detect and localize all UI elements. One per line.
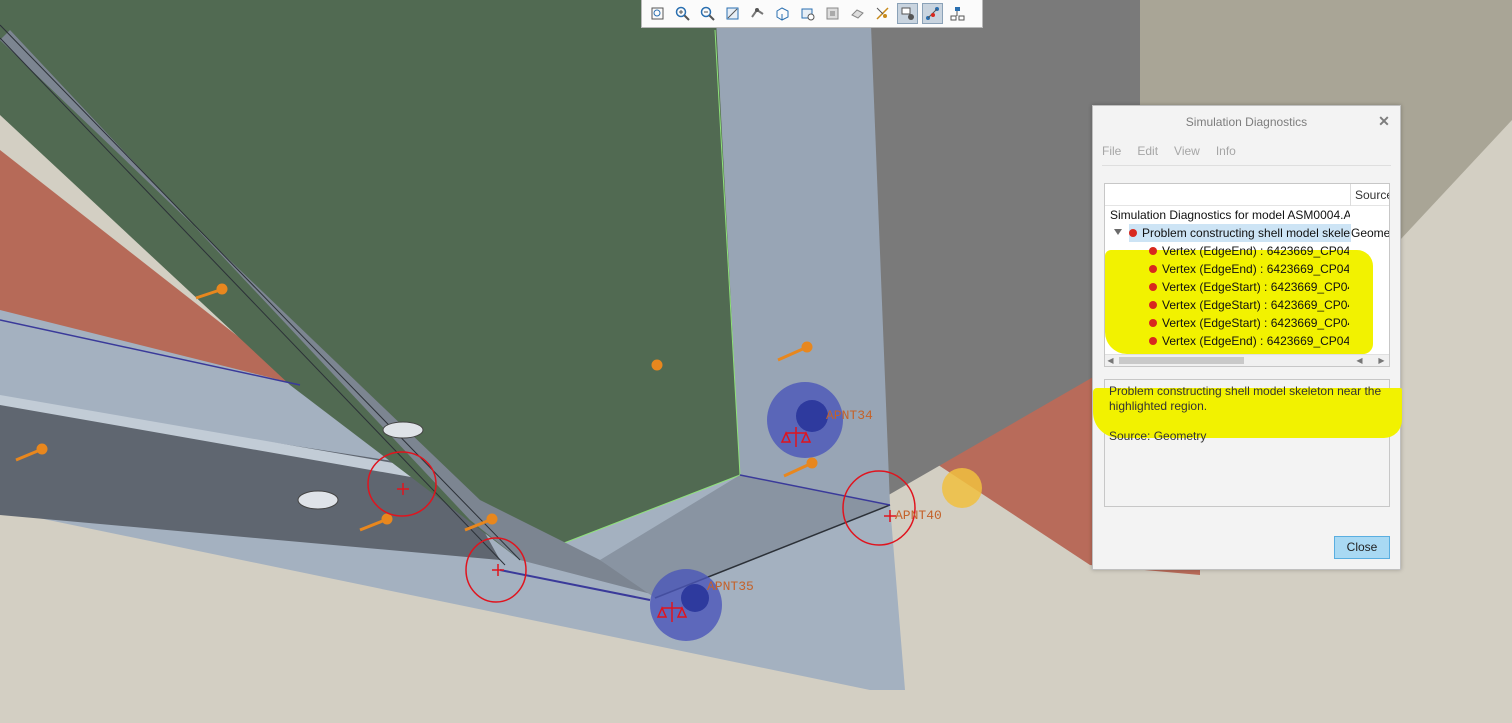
expand-arrow-icon[interactable] <box>1114 229 1122 235</box>
tree-item-vertex[interactable]: Vertex (EdgeEnd) : 6423669_CP04.PF <box>1149 332 1349 350</box>
tree-item-vertex[interactable]: Vertex (EdgeStart) : 6423669_CP04.P <box>1149 296 1349 314</box>
point-label: APNT34 <box>826 408 873 423</box>
zoom-in-icon[interactable] <box>672 3 693 24</box>
vertex-label: Vertex (EdgeEnd) : 6423669_CP04.PF <box>1162 262 1349 276</box>
problem-source-cell: Geome <box>1351 226 1390 240</box>
hole <box>382 421 424 439</box>
problem-label: Problem constructing shell model skele <box>1142 226 1351 240</box>
close-button[interactable]: Close <box>1334 536 1390 559</box>
vertex-label: Vertex (EdgeEnd) : 6423669_CP04.PF <box>1162 244 1349 258</box>
point-label: APNT35 <box>707 579 754 594</box>
scroll-thumb[interactable] <box>1119 357 1244 364</box>
error-dot-icon <box>1149 300 1157 309</box>
simulation-diagnostics-dialog: Simulation Diagnostics ✕ File Edit View … <box>1092 105 1402 570</box>
dialog-menubar: File Edit View Info <box>1102 144 1252 158</box>
menu-edit[interactable]: Edit <box>1137 144 1158 158</box>
repaint-icon[interactable] <box>722 3 743 24</box>
menu-file[interactable]: File <box>1102 144 1121 158</box>
error-dot-icon <box>1149 318 1157 327</box>
annotation-display-icon[interactable] <box>897 3 918 24</box>
saved-views-icon[interactable] <box>797 3 818 24</box>
scroll-left-icon[interactable]: ◀ <box>1354 355 1365 366</box>
graphics-toolbar <box>641 0 983 28</box>
tree-header: Source <box>1105 184 1389 206</box>
message-text: Problem constructing shell model skeleto… <box>1109 384 1382 413</box>
error-dot-icon <box>1149 264 1157 273</box>
error-dot-icon <box>1149 246 1157 255</box>
menu-view[interactable]: View <box>1174 144 1200 158</box>
error-dot-icon <box>1129 228 1137 237</box>
close-icon[interactable]: ✕ <box>1376 113 1392 129</box>
simulation-display-icon[interactable] <box>922 3 943 24</box>
zoom-out-icon[interactable] <box>697 3 718 24</box>
vertex-label: Vertex (EdgeStart) : 6423669_CP04.P <box>1162 316 1349 330</box>
tree-root[interactable]: Simulation Diagnostics for model ASM0004… <box>1110 206 1350 224</box>
tree-item-vertex[interactable]: Vertex (EdgeEnd) : 6423669_CP04.PF <box>1149 260 1349 278</box>
vertex-label: Vertex (EdgeEnd) : 6423669_CP04.PF <box>1162 334 1349 348</box>
spin-center-icon[interactable] <box>747 3 768 24</box>
message-source: Source: Geometry <box>1109 429 1207 443</box>
view-manager-icon[interactable] <box>822 3 843 24</box>
tree-item-problem[interactable]: Problem constructing shell model skele <box>1129 224 1351 242</box>
display-style-icon[interactable] <box>772 3 793 24</box>
horizontal-scrollbar[interactable]: ◀ ◀ ▶ <box>1105 354 1389 366</box>
vertex-label: Vertex (EdgeStart) : 6423669_CP04.P <box>1162 280 1349 294</box>
message-panel: Problem constructing shell model skeleto… <box>1093 379 1402 507</box>
error-dot-icon <box>1149 282 1157 291</box>
dialog-title: Simulation Diagnostics <box>1185 115 1308 129</box>
diagnostics-tree[interactable]: Source Simulation Diagnostics for model … <box>1104 183 1390 367</box>
scroll-left-icon[interactable]: ◀ <box>1105 355 1116 366</box>
scroll-right-icon[interactable]: ▶ <box>1376 355 1387 366</box>
point-label: APNT40 <box>895 508 942 523</box>
tree-item-vertex[interactable]: Vertex (EdgeEnd) : 6423669_CP04.PF <box>1149 242 1349 260</box>
refit-icon[interactable] <box>647 3 668 24</box>
section-icon[interactable] <box>847 3 868 24</box>
menu-divider <box>1102 165 1391 166</box>
gear-marker <box>942 468 982 508</box>
hole <box>297 490 339 510</box>
column-header-source[interactable]: Source <box>1350 184 1389 206</box>
vertex-label: Vertex (EdgeStart) : 6423669_CP04.P <box>1162 298 1349 312</box>
error-dot-icon <box>1149 336 1157 345</box>
tree-item-vertex[interactable]: Vertex (EdgeStart) : 6423669_CP04.P <box>1149 314 1349 332</box>
model-tree-icon[interactable] <box>947 3 968 24</box>
datum-display-icon[interactable] <box>872 3 893 24</box>
menu-info[interactable]: Info <box>1216 144 1236 158</box>
tree-item-vertex[interactable]: Vertex (EdgeStart) : 6423669_CP04.P <box>1149 278 1349 296</box>
